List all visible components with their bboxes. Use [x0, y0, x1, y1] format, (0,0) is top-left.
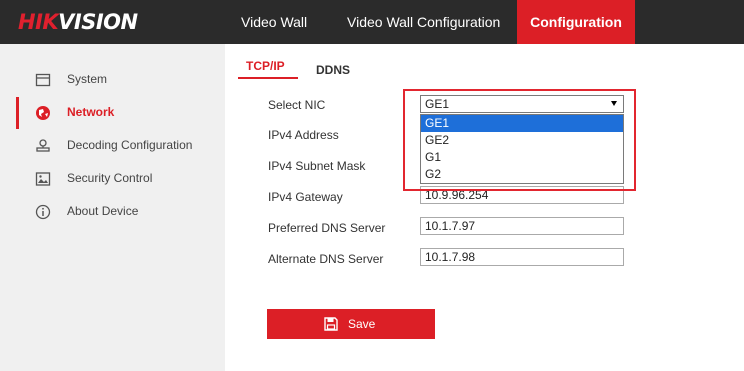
save-button[interactable]: Save [267, 309, 435, 339]
top-header: HIKVISION Video Wall Video Wall Configur… [0, 0, 744, 44]
sidebar-item-system[interactable]: System [0, 64, 225, 96]
nav-video-wall-configuration[interactable]: Video Wall Configuration [347, 0, 500, 44]
sidebar-item-label: System [67, 72, 108, 86]
sidebar-item-label: Decoding Configuration [67, 138, 193, 152]
ipv4-subnet-mask-label: IPv4 Subnet Mask [268, 159, 366, 173]
save-button-label: Save [348, 317, 376, 331]
tab-ddns[interactable]: DDNS [316, 63, 350, 77]
select-nic-label: Select NIC [268, 98, 326, 112]
tab-tcp-ip[interactable]: TCP/IP [246, 59, 285, 73]
sidebar-item-network[interactable]: Network [0, 97, 225, 129]
sidebar-item-security-control[interactable]: Security Control [0, 163, 225, 195]
active-tab-underline [238, 77, 298, 79]
logo-vision: VISION [58, 10, 138, 34]
annotation-highlight-box [403, 89, 636, 191]
preferred-dns-label: Preferred DNS Server [268, 221, 386, 235]
alternate-dns-field[interactable]: 10.1.7.98 [420, 248, 624, 266]
logo-hik: HIK [18, 10, 59, 34]
preferred-dns-field[interactable]: 10.1.7.97 [420, 217, 624, 235]
sidebar-item-label: Network [67, 105, 115, 119]
network-globe-icon [36, 106, 50, 120]
sidebar-item-decoding-configuration[interactable]: Decoding Configuration [0, 130, 225, 162]
nav-configuration[interactable]: Configuration [517, 0, 635, 44]
decoder-icon [36, 139, 50, 152]
ipv4-gateway-label: IPv4 Gateway [268, 190, 343, 204]
active-indicator [16, 97, 19, 129]
alternate-dns-label: Alternate DNS Server [268, 252, 384, 266]
info-icon [35, 204, 51, 220]
hikvision-logo: HIKVISION [18, 10, 138, 34]
monitor-icon [35, 73, 51, 87]
sidebar-item-label: Security Control [67, 171, 153, 185]
ipv4-address-label: IPv4 Address [268, 128, 339, 142]
sidebar-item-about-device[interactable]: About Device [0, 196, 225, 228]
nav-video-wall[interactable]: Video Wall [241, 0, 307, 44]
security-image-icon [35, 172, 51, 186]
sidebar-item-label: About Device [67, 204, 139, 218]
sidebar: System Network Decoding Configuration Se… [0, 44, 225, 371]
save-disk-icon [324, 317, 338, 331]
